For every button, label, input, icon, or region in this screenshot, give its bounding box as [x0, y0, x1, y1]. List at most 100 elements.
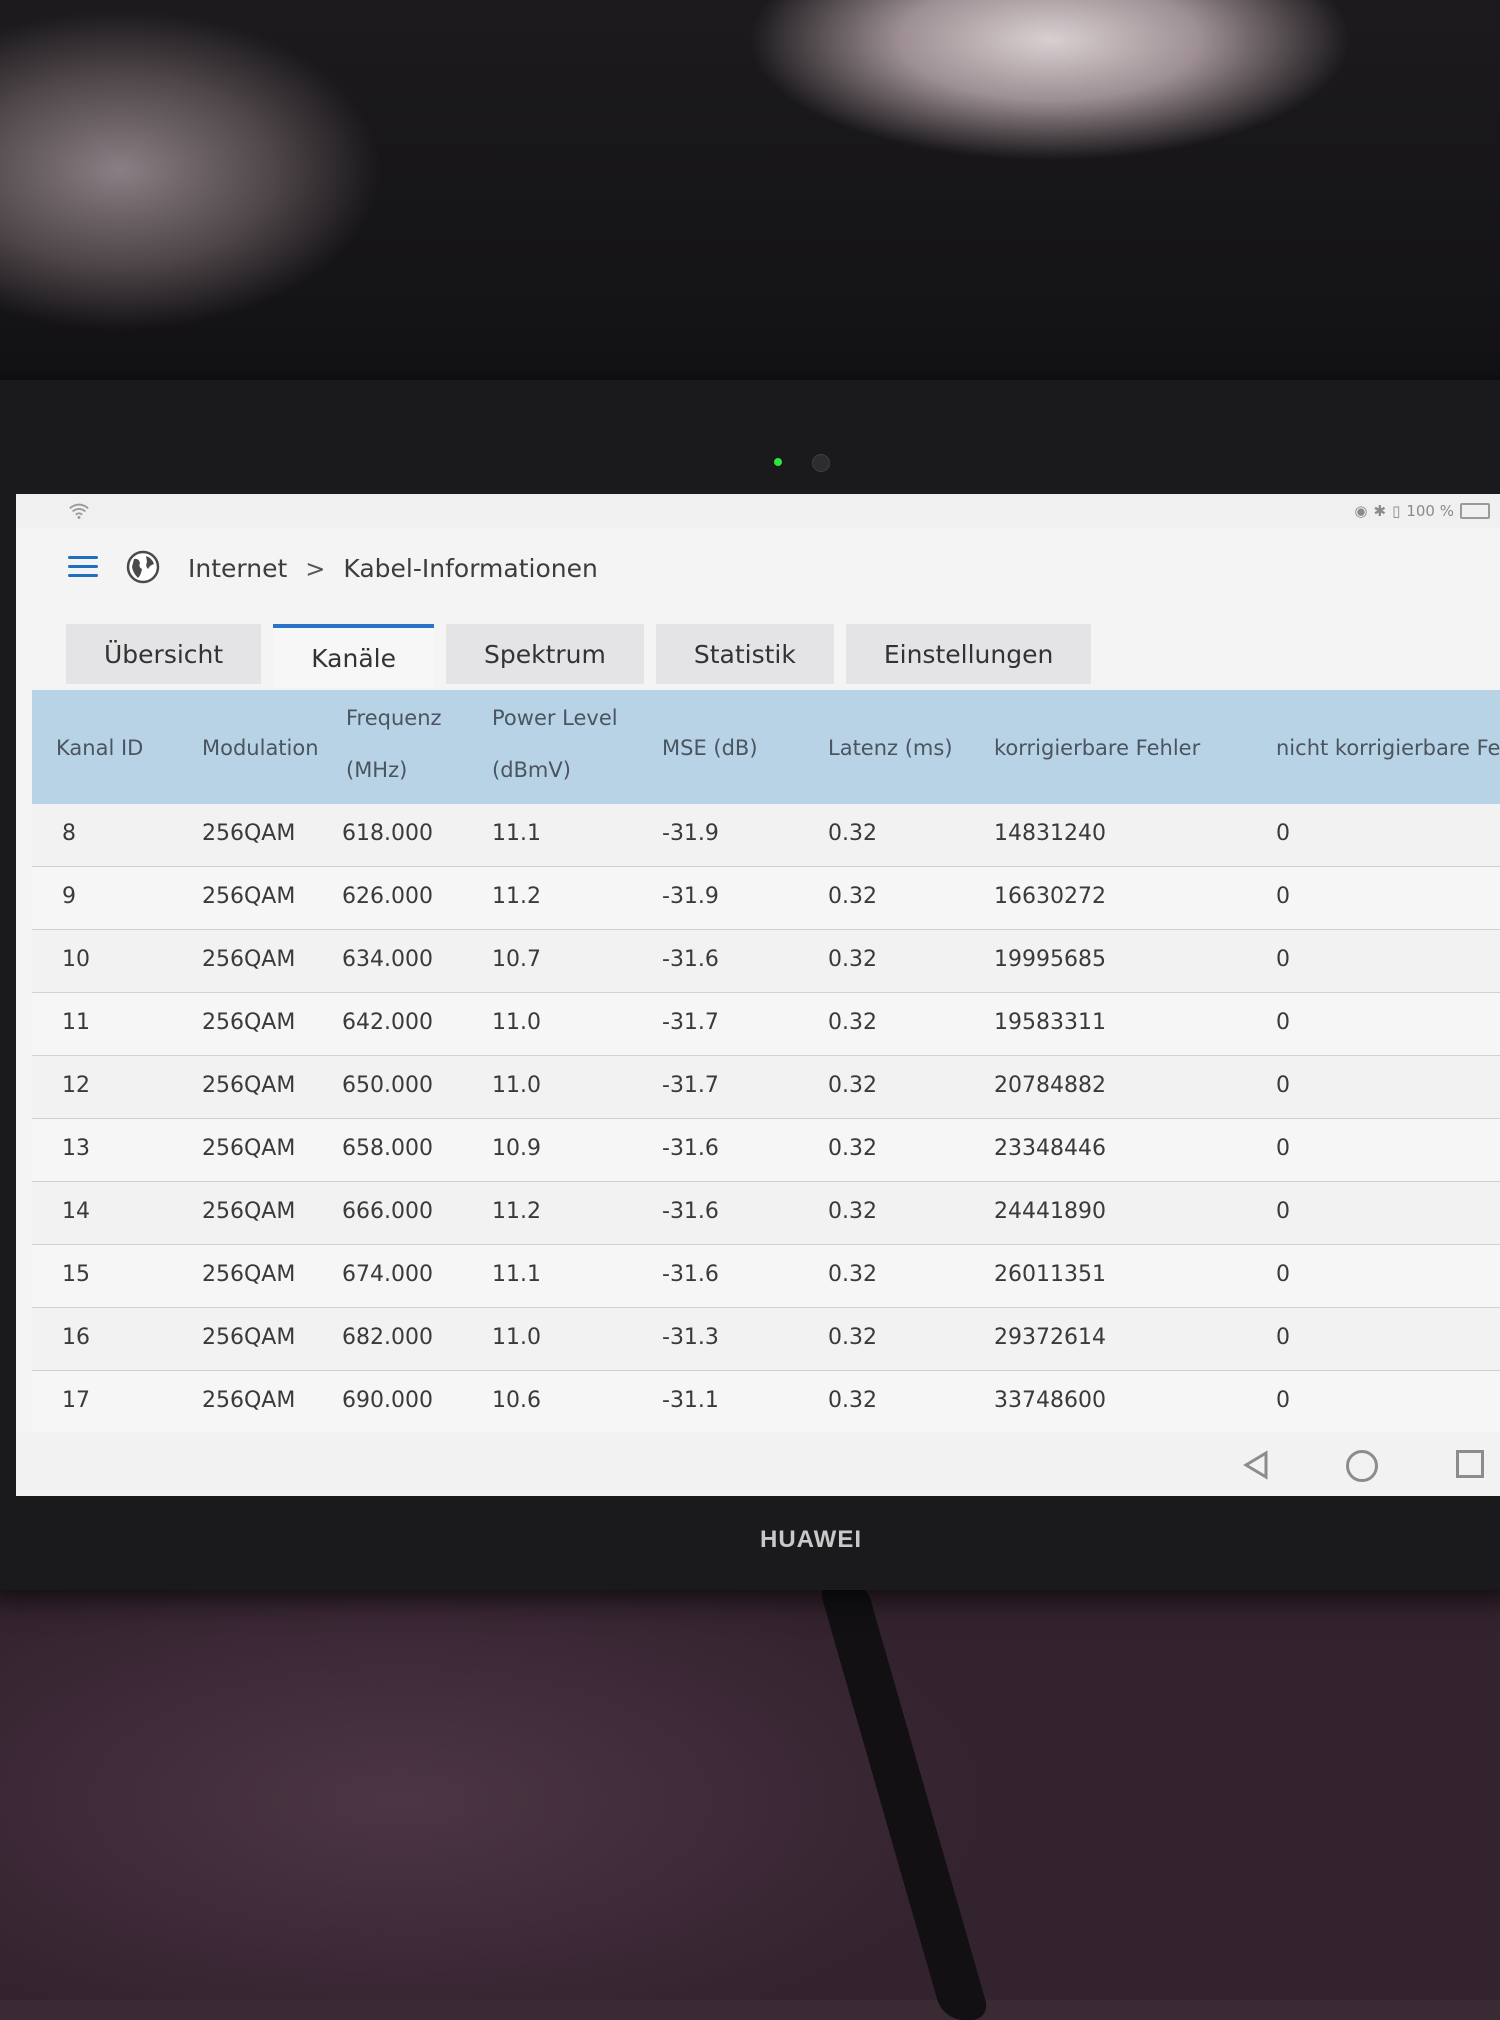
- cell-power-level: 11.1: [492, 1262, 541, 1287]
- table-row: 10 256QAM 634.000 10.7 -31.6 0.32 19995685 0: [32, 930, 1500, 993]
- col-latenz: Latenz (ms): [828, 736, 953, 760]
- table-body: 8 256QAM 618.000 11.1 -31.9 0.32 14831240 0 9 256…: [32, 804, 1500, 1434]
- cell-nicht-korrigierbare-fehler: 0: [1276, 884, 1290, 909]
- cell-nicht-korrigierbare-fehler: 0: [1276, 1199, 1290, 1224]
- cell-latenz: 0.32: [828, 884, 877, 909]
- cell-mse: -31.9: [662, 821, 719, 846]
- cell-kanal-id: 10: [62, 947, 90, 972]
- cell-mse: -31.6: [662, 947, 719, 972]
- table-row: 11 256QAM 642.000 11.0 -31.7 0.32 19583311 0: [32, 993, 1500, 1056]
- cell-kanal-id: 17: [62, 1388, 90, 1413]
- vibrate-icon: ▯: [1392, 502, 1401, 520]
- col-mse: MSE (dB): [662, 736, 758, 760]
- bluetooth-icon: ✱: [1373, 502, 1387, 520]
- table-row: 8 256QAM 618.000 11.1 -31.9 0.32 14831240 0: [32, 804, 1500, 867]
- cell-korrigierbare-fehler: 23348446: [994, 1136, 1106, 1161]
- cell-kanal-id: 16: [62, 1325, 90, 1350]
- cell-frequenz: 642.000: [342, 1010, 433, 1035]
- cell-latenz: 0.32: [828, 821, 877, 846]
- col-frequenz: Frequenz (MHz): [346, 706, 442, 782]
- cell-nicht-korrigierbare-fehler: 0: [1276, 1073, 1290, 1098]
- tab-spektrum[interactable]: Spektrum: [445, 624, 644, 684]
- tab-uebersicht[interactable]: Übersicht: [66, 624, 262, 684]
- home-icon[interactable]: [1346, 1450, 1378, 1482]
- cell-nicht-korrigierbare-fehler: 0: [1276, 1388, 1290, 1413]
- camera-led: [774, 458, 782, 466]
- cell-mse: -31.7: [662, 1073, 719, 1098]
- cell-power-level: 11.2: [492, 884, 541, 909]
- cell-modulation: 256QAM: [202, 884, 296, 909]
- cell-frequenz: 690.000: [342, 1388, 433, 1413]
- cell-mse: -31.3: [662, 1325, 719, 1350]
- recent-apps-icon[interactable]: [1456, 1450, 1484, 1478]
- cell-latenz: 0.32: [828, 1073, 877, 1098]
- breadcrumb-kabel-informationen: Kabel-Informationen: [343, 554, 598, 583]
- cell-modulation: 256QAM: [202, 821, 296, 846]
- cell-kanal-id: 11: [62, 1010, 90, 1035]
- col-nicht-korrigierbare-fehler: nicht korrigierbare Fe: [1276, 736, 1500, 760]
- breadcrumb-internet[interactable]: Internet: [188, 554, 287, 583]
- col-kanal-id: Kanal ID: [56, 736, 144, 760]
- device-brand: HUAWEI: [760, 1526, 862, 1553]
- cell-mse: -31.6: [662, 1262, 719, 1287]
- cell-korrigierbare-fehler: 16630272: [994, 884, 1106, 909]
- cell-modulation: 256QAM: [202, 1325, 296, 1350]
- tab-statistik[interactable]: Statistik: [655, 624, 834, 684]
- cell-kanal-id: 15: [62, 1262, 90, 1287]
- cell-mse: -31.9: [662, 884, 719, 909]
- cell-korrigierbare-fehler: 29372614: [994, 1325, 1106, 1350]
- breadcrumb: Internet > Kabel-Informationen: [188, 554, 598, 583]
- cell-kanal-id: 12: [62, 1073, 90, 1098]
- cell-nicht-korrigierbare-fehler: 0: [1276, 947, 1290, 972]
- cell-korrigierbare-fehler: 19995685: [994, 947, 1106, 972]
- cell-kanal-id: 13: [62, 1136, 90, 1161]
- battery-level: 100 %: [1406, 502, 1454, 520]
- tab-kanaele[interactable]: Kanäle: [273, 624, 434, 688]
- cell-power-level: 10.6: [492, 1388, 541, 1413]
- cell-modulation: 256QAM: [202, 1136, 296, 1161]
- photo-background-bottom: [0, 1580, 1500, 2000]
- col-power-label: Power Level: [492, 706, 618, 730]
- cell-mse: -31.7: [662, 1010, 719, 1035]
- cell-korrigierbare-fehler: 33748600: [994, 1388, 1106, 1413]
- col-frequenz-unit: (MHz): [346, 758, 408, 782]
- back-icon[interactable]: [1242, 1450, 1270, 1480]
- cell-kanal-id: 8: [62, 821, 76, 846]
- cell-frequenz: 658.000: [342, 1136, 433, 1161]
- table-row: 9 256QAM 626.000 11.2 -31.9 0.32 16630272 0: [32, 867, 1500, 930]
- cell-korrigierbare-fehler: 26011351: [994, 1262, 1106, 1287]
- cell-latenz: 0.32: [828, 1262, 877, 1287]
- cell-modulation: 256QAM: [202, 1262, 296, 1287]
- cell-mse: -31.6: [662, 1136, 719, 1161]
- col-power-unit: (dBmV): [492, 758, 571, 782]
- table-row: 14 256QAM 666.000 11.2 -31.6 0.32 24441890 0: [32, 1182, 1500, 1245]
- table-header: Kanal ID Modulation Frequenz (MHz) Power…: [32, 690, 1500, 804]
- cell-mse: -31.1: [662, 1388, 719, 1413]
- cell-latenz: 0.32: [828, 1199, 877, 1224]
- cell-latenz: 0.32: [828, 1136, 877, 1161]
- cell-power-level: 11.0: [492, 1325, 541, 1350]
- eye-comfort-icon: ◉: [1354, 502, 1368, 520]
- globe-icon: [126, 550, 160, 584]
- cell-power-level: 11.2: [492, 1199, 541, 1224]
- cell-power-level: 11.0: [492, 1073, 541, 1098]
- table-row: 13 256QAM 658.000 10.9 -31.6 0.32 23348446 0: [32, 1119, 1500, 1182]
- cell-latenz: 0.32: [828, 1325, 877, 1350]
- cell-mse: -31.6: [662, 1199, 719, 1224]
- cell-korrigierbare-fehler: 20784882: [994, 1073, 1106, 1098]
- cell-modulation: 256QAM: [202, 1073, 296, 1098]
- cell-frequenz: 626.000: [342, 884, 433, 909]
- chevron-right-icon: >: [305, 554, 326, 583]
- wifi-icon: [69, 503, 89, 519]
- photo-background-top: [0, 0, 1500, 400]
- cell-latenz: 0.32: [828, 947, 877, 972]
- cell-frequenz: 634.000: [342, 947, 433, 972]
- battery-icon: [1460, 503, 1490, 519]
- tab-einstellungen[interactable]: Einstellungen: [845, 624, 1092, 684]
- cell-latenz: 0.32: [828, 1010, 877, 1035]
- cell-power-level: 11.0: [492, 1010, 541, 1035]
- cell-nicht-korrigierbare-fehler: 0: [1276, 1136, 1290, 1161]
- cell-modulation: 256QAM: [202, 1199, 296, 1224]
- menu-icon[interactable]: [68, 556, 98, 578]
- tab-bar: Übersicht Kanäle Spektrum Statistik Eins…: [66, 624, 1092, 688]
